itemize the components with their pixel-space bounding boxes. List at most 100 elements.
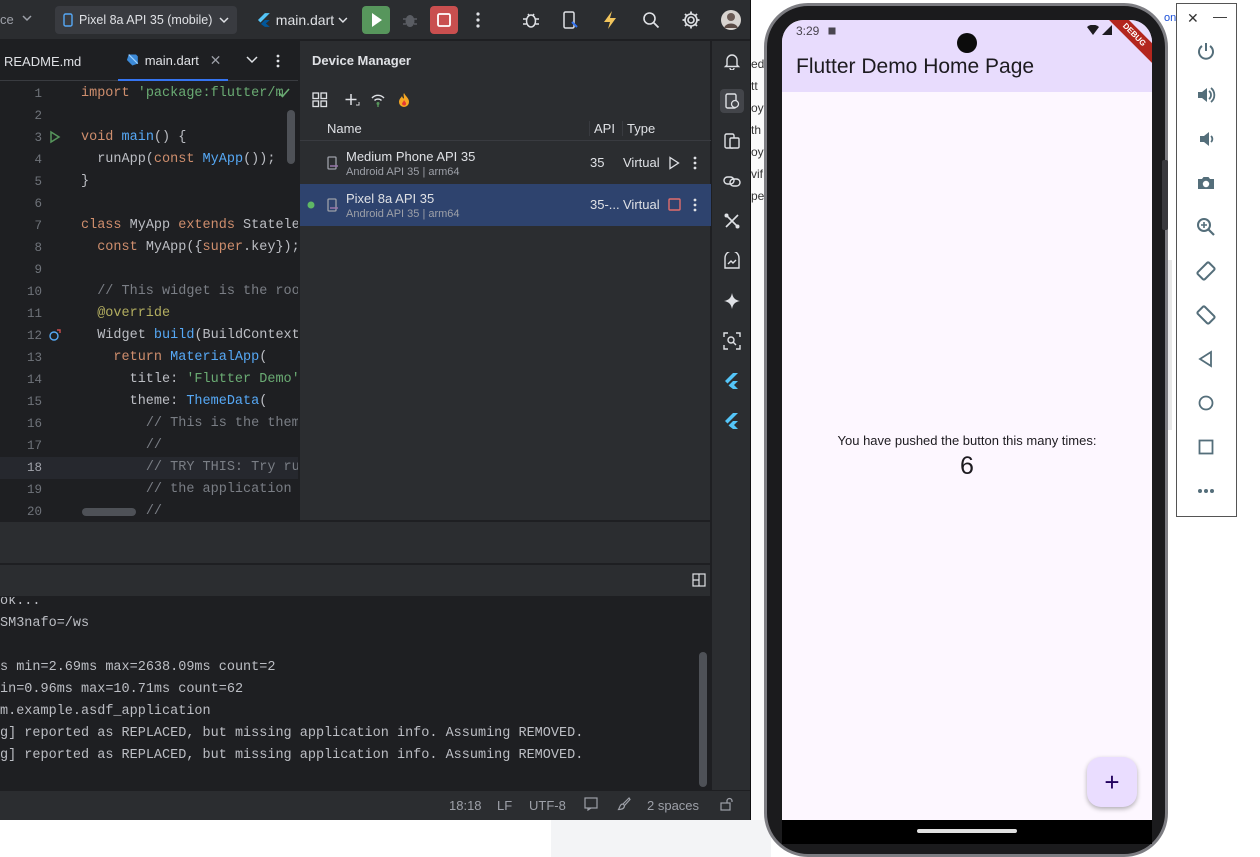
line-number: 4 <box>34 153 42 167</box>
gemini-sparkle-icon[interactable] <box>720 289 744 313</box>
hot-reload-icon[interactable] <box>598 8 622 32</box>
code-line[interactable]: 17 // <box>0 435 298 457</box>
add-device-icon[interactable] <box>341 89 363 111</box>
chevron-down-icon[interactable] <box>246 56 258 64</box>
code-style-brush-icon[interactable] <box>617 797 631 811</box>
code-line[interactable]: 2 <box>0 105 298 127</box>
firebase-icon[interactable] <box>393 89 415 111</box>
device-groups-icon[interactable] <box>309 89 331 111</box>
running-devices-icon[interactable] <box>720 129 744 153</box>
rotate-right-icon[interactable] <box>1194 303 1218 327</box>
stop-button[interactable] <box>430 6 458 34</box>
run-configuration-selector[interactable]: main.dart <box>252 6 352 34</box>
app-inspection-icon[interactable] <box>720 249 744 273</box>
run-console-output[interactable]: ok... SM3nafo=/ws s min=2.69ms max=2638.09… <box>0 597 710 790</box>
editor-horizontal-scrollbar[interactable] <box>82 508 136 516</box>
code-line[interactable]: 19 // the application h <box>0 479 298 501</box>
device-mirroring-icon[interactable] <box>558 8 582 32</box>
back-icon[interactable] <box>1194 347 1218 371</box>
minimize-icon[interactable]: — <box>1213 8 1227 24</box>
debug-icon[interactable] <box>398 8 422 32</box>
layout-toggle-icon[interactable] <box>692 573 706 587</box>
code-line[interactable]: 10 // This widget is the root <box>0 281 298 303</box>
close-icon[interactable]: ✕ <box>1187 10 1199 27</box>
code-text: const MyApp({super.key}); <box>97 240 298 255</box>
search-icon[interactable] <box>639 8 663 32</box>
code-line[interactable]: 20 // <box>0 501 298 520</box>
unlock-icon[interactable] <box>720 797 734 811</box>
code-line[interactable]: 14 title: 'Flutter Demo', <box>0 369 298 391</box>
code-line[interactable]: 13 return MaterialApp( <box>0 347 298 369</box>
device-api: 35 <box>590 155 605 170</box>
line-ending[interactable]: LF <box>497 798 512 813</box>
background-text-fragment: th <box>751 123 762 137</box>
background-text-fragment: oy <box>751 101 764 115</box>
readonly-toggle-icon[interactable] <box>584 797 598 811</box>
tab-main-dart[interactable]: main.dart <box>118 41 228 81</box>
home-icon[interactable] <box>1194 391 1218 415</box>
zoom-icon[interactable] <box>1194 215 1218 239</box>
notifications-bell-icon[interactable] <box>720 49 744 73</box>
indent-setting[interactable]: 2 spaces <box>647 798 699 813</box>
console-vertical-scrollbar[interactable] <box>699 652 707 787</box>
camera-icon[interactable] <box>1194 171 1218 195</box>
device-selector[interactable]: Pixel 8a API 35 (mobile) <box>55 6 237 34</box>
code-line[interactable]: 5} <box>0 171 298 193</box>
file-encoding[interactable]: UTF-8 <box>529 798 566 813</box>
line-number: 7 <box>34 219 42 233</box>
device-manager-icon[interactable] <box>720 89 744 113</box>
run-gutter-icon[interactable] <box>48 130 62 144</box>
flutter-inspector-icon[interactable] <box>720 369 744 393</box>
line-number: 3 <box>34 131 42 145</box>
code-line[interactable]: 16 // This is the theme <box>0 413 298 435</box>
cursor-position[interactable]: 18:18 <box>449 798 482 813</box>
run-button[interactable] <box>362 6 390 34</box>
code-line[interactable]: 3 void main() { <box>0 127 298 149</box>
wifi-pairing-icon[interactable] <box>367 89 389 111</box>
layout-inspector-icon[interactable] <box>720 329 744 353</box>
bug-icon[interactable] <box>519 8 543 32</box>
code-editor[interactable]: 1 import 'package:flutter/m 2 3 void main() … <box>0 82 298 520</box>
code-line[interactable]: 4 runApp(const MyApp()); <box>0 149 298 171</box>
settings-gear-icon[interactable] <box>679 8 703 32</box>
increment-fab-button[interactable]: + <box>1087 757 1137 807</box>
stop-device-icon[interactable] <box>668 198 681 211</box>
code-line[interactable]: 1 import 'package:flutter/m <box>0 83 298 105</box>
emulator-screen[interactable]: 3:29 Flutter Demo Home Page DEBUG You ha… <box>782 20 1152 820</box>
rotate-left-icon[interactable] <box>1194 259 1218 283</box>
override-gutter-icon[interactable] <box>48 328 62 342</box>
close-icon[interactable] <box>211 55 220 65</box>
code-line[interactable]: 6 <box>0 193 298 215</box>
code-line[interactable]: 11 @override <box>0 303 298 325</box>
code-line[interactable]: 9 <box>0 259 298 281</box>
gesture-handle[interactable] <box>917 829 1017 833</box>
more-vertical-icon[interactable] <box>693 156 697 170</box>
code-line[interactable]: 8 const MyApp({super.key}); <box>0 237 298 259</box>
device-row[interactable]: Medium Phone API 35 Android API 35 | arm… <box>300 142 711 184</box>
counter-label: You have pushed the button this many tim… <box>837 433 1097 448</box>
link-icon[interactable] <box>720 169 744 193</box>
code-line[interactable]: 15 theme: ThemeData( <box>0 391 298 413</box>
chevron-down-icon[interactable] <box>22 14 32 22</box>
more-vertical-icon[interactable] <box>466 8 490 32</box>
more-vertical-icon[interactable] <box>693 198 697 212</box>
background-link-fragment: on <box>1164 12 1177 24</box>
editor-vertical-scrollbar[interactable] <box>287 110 295 164</box>
more-icon[interactable] <box>1194 479 1218 503</box>
code-line[interactable]: 7 class MyApp extends Stateles <box>0 215 298 237</box>
more-vertical-icon[interactable] <box>276 54 280 68</box>
volume-down-icon[interactable] <box>1194 127 1218 151</box>
right-tool-window-strip <box>711 41 750 820</box>
power-icon[interactable] <box>1194 39 1218 63</box>
avatar[interactable] <box>719 8 743 32</box>
code-line[interactable]: 18 // TRY THIS: Try run <box>0 457 298 479</box>
volume-up-icon[interactable] <box>1194 83 1218 107</box>
flutter-performance-icon[interactable] <box>720 409 744 433</box>
tools-icon[interactable] <box>720 209 744 233</box>
device-manager-panel: Device Manager Name API Type Medium Phon… <box>299 41 711 520</box>
overview-icon[interactable] <box>1194 435 1218 459</box>
tab-readme[interactable]: README.md <box>4 41 81 81</box>
start-device-play-icon[interactable] <box>668 156 680 170</box>
code-line[interactable]: 12 Widget build(BuildContext <box>0 325 298 347</box>
device-row-selected[interactable]: Pixel 8a API 35 Android API 35 | arm64 3… <box>300 184 711 226</box>
